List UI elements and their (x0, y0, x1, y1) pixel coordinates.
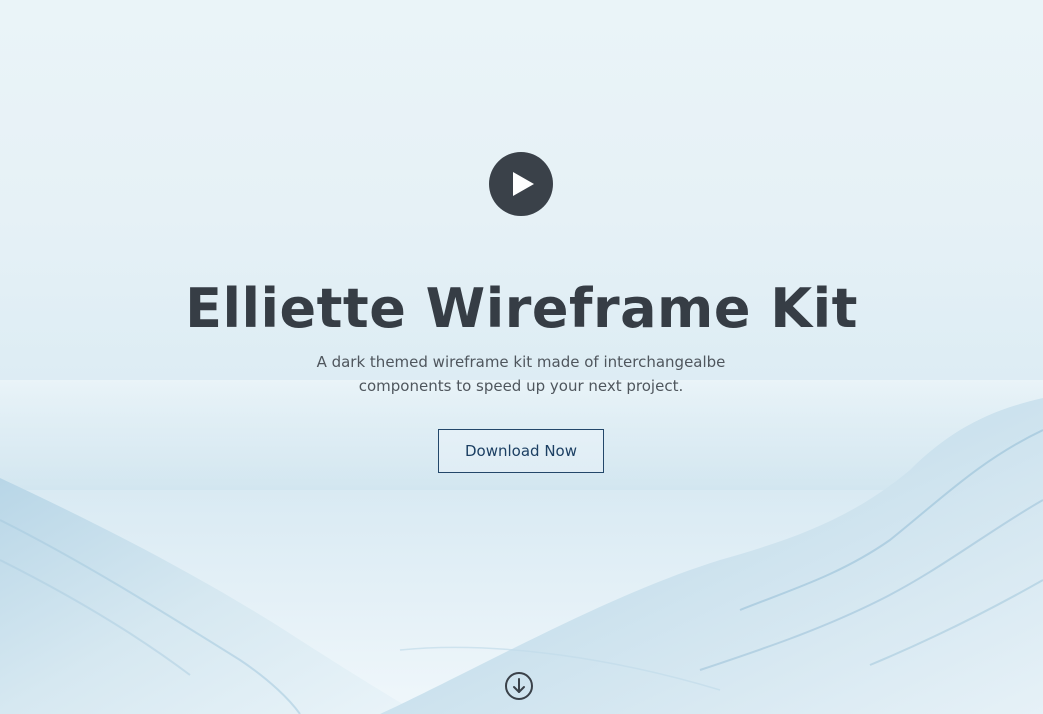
scroll-down-button[interactable] (504, 671, 534, 701)
page-title: Elliette Wireframe Kit (185, 277, 858, 340)
hero-section: Elliette Wireframe Kit A dark themed wir… (0, 0, 1043, 714)
download-now-button[interactable]: Download Now (438, 429, 604, 473)
play-icon (513, 172, 534, 196)
hero-content: Elliette Wireframe Kit A dark themed wir… (0, 0, 1043, 714)
arrow-down-circle-icon (505, 672, 533, 700)
play-video-button[interactable] (489, 152, 553, 216)
page-subtitle: A dark themed wireframe kit made of inte… (316, 353, 726, 395)
